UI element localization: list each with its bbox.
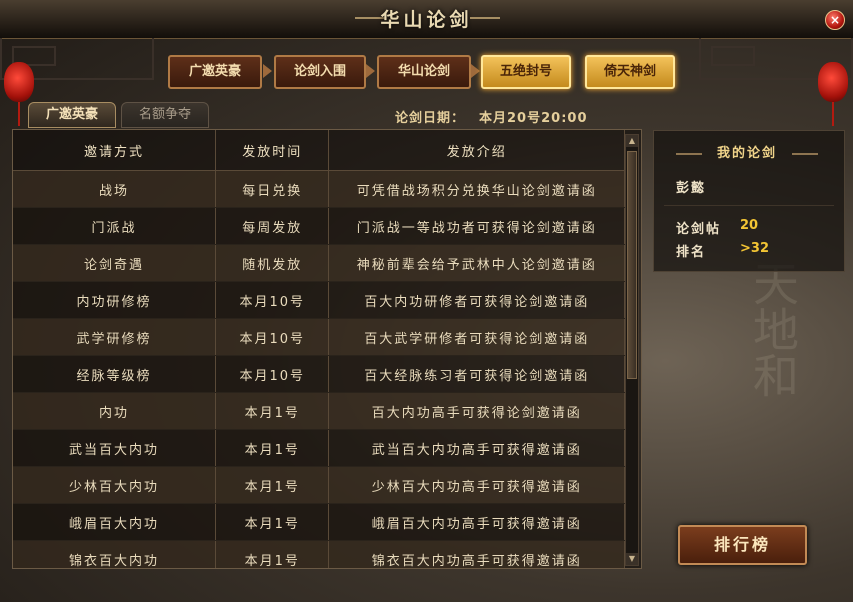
cell-desc: 锦衣百大内功高手可获得邀请函 [328, 540, 625, 568]
table-header-row: 邀请方式 发放时间 发放介绍 [13, 130, 625, 171]
header-issue-time: 发放时间 [215, 130, 330, 171]
table-row[interactable]: 门派战 每周发放 门派战一等战功者可获得论剑邀请函 [13, 207, 625, 245]
cell-desc: 武当百大内功高手可获得邀请函 [328, 429, 625, 467]
rank-value: >32 [740, 241, 769, 256]
table-row[interactable]: 论剑奇遇 随机发放 神秘前辈会给予武林中人论剑邀请函 [13, 244, 625, 282]
cell-method: 经脉等级榜 [13, 355, 216, 393]
step-arrow-icon [263, 64, 272, 78]
step-qualify[interactable]: 论剑入围 [274, 55, 366, 89]
background-calligraphy: 天地和 [746, 260, 800, 398]
scroll-thumb[interactable] [627, 151, 637, 379]
step-five-masters[interactable]: 五绝封号 [481, 55, 571, 89]
cell-time: 每周发放 [215, 207, 330, 245]
table-row[interactable]: 少林百大内功 本月1号 少林百大内功高手可获得邀请函 [13, 466, 625, 504]
table-row[interactable]: 武当百大内功 本月1号 武当百大内功高手可获得邀请函 [13, 429, 625, 467]
table-row[interactable]: 内功 本月1号 百大内功高手可获得论剑邀请函 [13, 392, 625, 430]
lantern-left-icon [4, 62, 34, 102]
cell-time: 本月1号 [215, 540, 330, 568]
table-row[interactable]: 内功研修榜 本月10号 百大内功研修者可获得论剑邀请函 [13, 281, 625, 319]
cell-desc: 门派战一等战功者可获得论剑邀请函 [328, 207, 625, 245]
cell-desc: 峨眉百大内功高手可获得邀请函 [328, 503, 625, 541]
cell-time: 本月1号 [215, 466, 330, 504]
cell-time: 本月1号 [215, 503, 330, 541]
cell-method: 锦衣百大内功 [13, 540, 216, 568]
cell-desc: 少林百大内功高手可获得邀请函 [328, 466, 625, 504]
tickets-label: 论剑帖 [676, 222, 722, 237]
cell-method: 论剑奇遇 [13, 244, 216, 282]
duel-date-value: 本月20号20:00 [479, 111, 588, 126]
title-ornament-right [470, 17, 500, 19]
table-scrollbar[interactable]: ▲ ▼ [625, 134, 639, 566]
cell-desc: 百大经脉练习者可获得论剑邀请函 [328, 355, 625, 393]
duel-date: 论剑日期： 本月20号20:00 [395, 107, 588, 126]
tickets-value: 20 [740, 218, 759, 233]
cell-time: 本月10号 [215, 355, 330, 393]
lantern-left-tassel [18, 102, 20, 126]
title-bar: 华山论剑 × [0, 0, 853, 39]
lantern-right-icon [818, 62, 848, 102]
tab-quota-contest[interactable]: 名额争夺 [121, 102, 209, 128]
cell-method: 武当百大内功 [13, 429, 216, 467]
step-arrow-icon [366, 64, 375, 78]
game-window: 天地和 华山论剑 × 广邀英豪 论剑入围 华山论剑 五绝封号 倚天神剑 广邀英豪… [0, 0, 853, 602]
invitation-table-panel: 邀请方式 发放时间 发放介绍 战场 每日兑换 可凭借战场积分兑换华山论剑邀请函 门派… [12, 129, 642, 569]
lantern-right-tassel [832, 102, 834, 126]
table-row[interactable]: 锦衣百大内功 本月1号 锦衣百大内功高手可获得邀请函 [13, 540, 625, 568]
duel-date-label: 论剑日期： [395, 111, 466, 126]
table-row[interactable]: 战场 每日兑换 可凭借战场积分兑换华山论剑邀请函 [13, 170, 625, 208]
leaderboard-button[interactable]: 排行榜 [678, 525, 807, 565]
cell-method: 少林百大内功 [13, 466, 216, 504]
close-button[interactable]: × [825, 10, 845, 30]
step-arrow-icon [471, 64, 480, 78]
cell-time: 本月10号 [215, 318, 330, 356]
cell-method: 门派战 [13, 207, 216, 245]
cell-desc: 百大武学研修者可获得论剑邀请函 [328, 318, 625, 356]
cell-time: 本月1号 [215, 429, 330, 467]
cell-method: 峨眉百大内功 [13, 503, 216, 541]
table-row[interactable]: 经脉等级榜 本月10号 百大经脉练习者可获得论剑邀请函 [13, 355, 625, 393]
invitation-table: 邀请方式 发放时间 发放介绍 战场 每日兑换 可凭借战场积分兑换华山论剑邀请函 门派… [13, 130, 625, 568]
player-name: 彭懿 [676, 181, 707, 196]
cell-time: 随机发放 [215, 244, 330, 282]
scroll-down-icon[interactable]: ▼ [626, 553, 638, 565]
header-description: 发放介绍 [328, 130, 625, 171]
cell-method: 内功 [13, 392, 216, 430]
step-heaven-sword[interactable]: 倚天神剑 [585, 55, 675, 89]
divider [664, 205, 834, 206]
my-duel-panel: 我的论剑 彭懿 论剑帖 20 排名 >32 [653, 130, 845, 272]
rank-label: 排名 [676, 245, 707, 260]
header-invite-method: 邀请方式 [13, 130, 216, 171]
cell-time: 每日兑换 [215, 170, 330, 208]
cell-method: 战场 [13, 170, 216, 208]
table-row[interactable]: 峨眉百大内功 本月1号 峨眉百大内功高手可获得邀请函 [13, 503, 625, 541]
cell-time: 本月1号 [215, 392, 330, 430]
step-invite-heroes[interactable]: 广邀英豪 [168, 55, 262, 89]
tab-invite-heroes[interactable]: 广邀英豪 [28, 102, 116, 128]
table-row[interactable]: 武学研修榜 本月10号 百大武学研修者可获得论剑邀请函 [13, 318, 625, 356]
window-title: 华山论剑 [380, 9, 473, 31]
cell-desc: 可凭借战场积分兑换华山论剑邀请函 [328, 170, 625, 208]
step-huashan-duel[interactable]: 华山论剑 [377, 55, 471, 89]
cell-desc: 百大内功高手可获得论剑邀请函 [328, 392, 625, 430]
cell-desc: 神秘前辈会给予武林中人论剑邀请函 [328, 244, 625, 282]
cell-method: 内功研修榜 [13, 281, 216, 319]
my-duel-title: 我的论剑 [672, 143, 822, 165]
scroll-up-icon[interactable]: ▲ [626, 135, 638, 147]
cell-time: 本月10号 [215, 281, 330, 319]
cell-desc: 百大内功研修者可获得论剑邀请函 [328, 281, 625, 319]
cell-method: 武学研修榜 [13, 318, 216, 356]
